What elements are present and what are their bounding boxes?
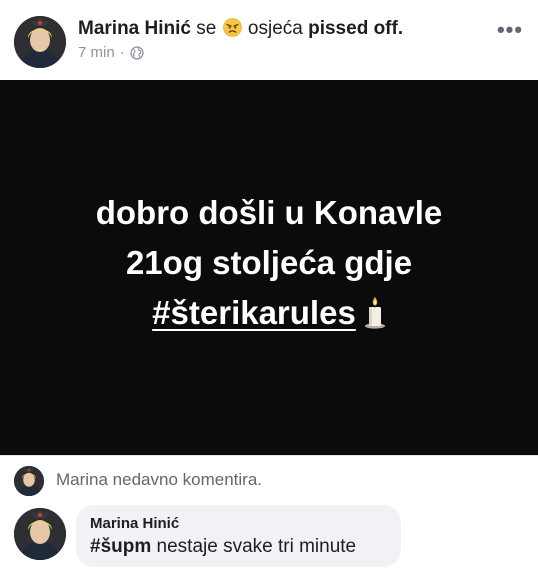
post-timestamp[interactable]: 7 min [78,44,115,61]
status-background-card[interactable]: dobro došli u Konavle 21og stoljeća gdje… [0,80,538,455]
more-options-icon: ••• [496,17,524,42]
feeling-verb: osjeća [247,18,303,39]
author-feeling-line: Marina Hinić se osjeća pissed off. [78,16,403,42]
post-meta: 7 min · [78,44,144,61]
comment-text: nestaje svake tri minute [156,536,357,557]
commenter-avatar[interactable] [14,508,66,560]
author-name[interactable]: Marina Hinić [78,18,191,39]
status-line-3: #šterikarules [0,288,538,338]
feeling-value[interactable]: pissed off. [308,18,403,39]
author-avatar[interactable] [14,16,66,68]
meta-separator: · [119,44,125,61]
status-hashtag-link[interactable]: #šterikarules [152,294,356,331]
comment-author[interactable]: Marina Hinić [90,514,387,533]
status-line-2: 21og stoljeća gdje [125,244,413,281]
avatar-image [14,508,66,560]
recent-comment-notice[interactable]: Marina nedavno komentira. [56,470,262,490]
angry-face-icon [222,18,242,37]
comment-body: #šupm nestaje svake tri minute [90,535,387,559]
post-header: Marina Hinić se osjeća pissed off. 7 min… [0,0,538,80]
comment-hashtag-link[interactable]: #šupm [90,536,151,557]
more-options-button[interactable]: ••• [496,17,524,42]
candle-icon [364,297,385,329]
status-line-1: dobro došli u Konavle [95,194,443,231]
globe-icon[interactable] [130,45,144,60]
feeling-prefix: se [196,18,217,39]
facebook-post: Marina Hinić se osjeća pissed off. 7 min… [0,0,538,571]
avatar-image [14,16,66,68]
avatar-image [14,466,44,496]
status-text: dobro došli u Konavle 21og stoljeća gdje… [0,188,538,338]
recent-commenter-avatar[interactable] [14,466,44,496]
comment-bubble[interactable]: Marina Hinić #šupm nestaje svake tri min… [76,505,401,567]
post-divider [0,455,538,456]
